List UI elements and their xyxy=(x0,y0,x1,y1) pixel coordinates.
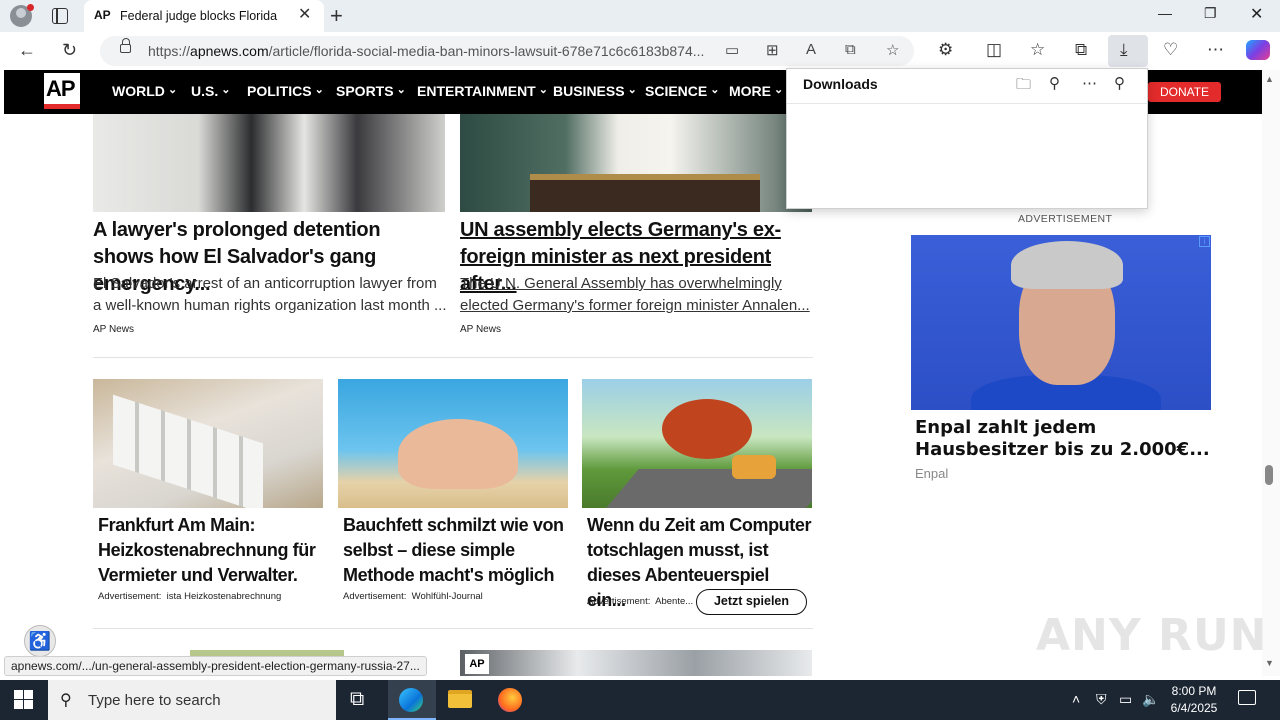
extensions-icon[interactable]: ⚙ xyxy=(938,40,953,60)
more-options-icon[interactable]: ⋯ xyxy=(1082,74,1097,92)
downloads-divider xyxy=(787,103,1147,104)
volume-icon[interactable]: 🔈 xyxy=(1142,691,1159,708)
scroll-up-icon[interactable]: ▲ xyxy=(1265,74,1274,84)
clock[interactable]: 8:00 PM 6/4/2025 xyxy=(1160,683,1228,717)
sidebar-ad-source: Enpal xyxy=(915,466,949,481)
search-downloads-icon[interactable]: ⚲ xyxy=(1049,74,1060,92)
sidebar-ad-image[interactable] xyxy=(911,235,1211,410)
tab-title: Federal judge blocks Florida from xyxy=(120,9,278,23)
pin-icon[interactable]: ⚲ xyxy=(1114,74,1125,92)
file-explorer-icon[interactable] xyxy=(448,690,472,708)
nav-entertainment[interactable]: ENTERTAINMENT xyxy=(417,83,548,99)
road-shape xyxy=(605,469,812,508)
close-window-icon[interactable]: ✕ xyxy=(1250,4,1263,24)
reader-icon[interactable]: ▭ xyxy=(725,41,739,59)
windows-start-icon[interactable] xyxy=(14,690,34,710)
ap-logo[interactable]: AP xyxy=(44,73,80,109)
article-image-4[interactable]: AP xyxy=(460,650,812,676)
ap-badge: AP xyxy=(465,654,489,674)
search-placeholder[interactable]: Type here to search xyxy=(88,692,221,709)
minimize-icon[interactable]: — xyxy=(1158,5,1172,21)
restore-icon[interactable]: ❐ xyxy=(1204,5,1217,22)
tray-app-icon[interactable]: ⛨ xyxy=(1096,691,1107,708)
tab-favicon-icon: AP xyxy=(94,8,111,22)
edge-icon[interactable] xyxy=(399,688,423,712)
nav-us[interactable]: U.S. xyxy=(191,83,231,99)
downloads-title: Downloads xyxy=(803,76,878,92)
notification-icon[interactable] xyxy=(1238,690,1256,705)
refresh-icon[interactable]: ↻ xyxy=(62,40,77,61)
apps-icon[interactable]: ⊞ xyxy=(766,41,779,59)
more-icon[interactable]: ⋯ xyxy=(1207,40,1224,60)
ad-source-3: Advertisement: Abente... xyxy=(587,596,694,607)
article-image-1[interactable] xyxy=(93,114,445,212)
favorite-star-icon[interactable]: ☆ xyxy=(886,41,899,59)
notification-dot xyxy=(27,4,34,11)
nav-science[interactable]: SCIENCE xyxy=(645,83,720,99)
article-source-2: AP News xyxy=(460,324,501,335)
new-tab-icon[interactable]: + xyxy=(330,3,343,29)
tray-chevron-icon[interactable]: ˄ xyxy=(1072,691,1080,707)
copilot-icon[interactable] xyxy=(1246,40,1270,60)
ad-title-1[interactable]: Frankfurt Am Main: Heizkostenabrechnung … xyxy=(98,513,323,588)
donate-button[interactable]: DONATE xyxy=(1148,82,1221,102)
article-desc-2[interactable]: The U.N. General Assembly has overwhelmi… xyxy=(460,273,814,317)
nav-more[interactable]: MORE xyxy=(729,83,783,99)
split-screen-icon[interactable]: ◫ xyxy=(986,40,1002,60)
collections-icon[interactable]: ⧉ xyxy=(1075,40,1087,60)
open-folder-icon[interactable]: 🗀 xyxy=(1016,74,1031,99)
tree-shape xyxy=(662,399,752,459)
browser-essentials-icon[interactable]: ♡ xyxy=(1163,40,1178,60)
network-icon[interactable]: ▭ xyxy=(1119,691,1132,708)
status-url: apnews.com/.../un-general-assembly-presi… xyxy=(4,656,427,676)
watermark: ANY RUN xyxy=(1036,610,1268,661)
radiator-shape xyxy=(113,394,263,508)
nav-politics[interactable]: POLITICS xyxy=(247,83,324,99)
play-now-button[interactable]: Jetzt spielen xyxy=(696,589,807,615)
url-text[interactable]: https://apnews.com/article/florida-socia… xyxy=(148,43,714,59)
nav-world[interactable]: WORLD xyxy=(112,83,177,99)
ad-image-1[interactable] xyxy=(93,379,323,508)
page-scrollbar[interactable] xyxy=(1262,70,1280,676)
read-aloud-icon[interactable]: A xyxy=(806,41,816,58)
tab-close-icon[interactable]: ✕ xyxy=(298,7,311,23)
task-view-icon[interactable]: ⧉ xyxy=(350,688,364,711)
firefox-icon[interactable] xyxy=(498,688,522,712)
scroll-thumb[interactable] xyxy=(1265,465,1273,485)
back-icon[interactable]: ← xyxy=(18,40,36,61)
ad-image-2[interactable] xyxy=(338,379,568,508)
immersive-icon[interactable]: ⧉ xyxy=(845,41,856,58)
ad-title-2[interactable]: Bauchfett schmilzt wie von selbst – dies… xyxy=(343,513,571,588)
favorites-icon[interactable]: ☆ xyxy=(1030,40,1045,60)
ad-image-3[interactable] xyxy=(582,379,812,508)
hair-shape xyxy=(1011,241,1123,289)
bus-shape xyxy=(732,455,776,479)
ad-info-icon[interactable]: i xyxy=(1199,236,1210,247)
tab-actions-icon[interactable] xyxy=(52,8,68,24)
article-source-1: AP News xyxy=(93,324,134,335)
podium-shape xyxy=(530,174,760,212)
advertisement-label: ADVERTISEMENT xyxy=(1018,213,1113,225)
article-desc-1[interactable]: El Salvador's arrest of an anticorruptio… xyxy=(93,273,447,317)
sidebar-ad-title[interactable]: Enpal zahlt jedem Hausbesitzer bis zu 2.… xyxy=(915,417,1215,461)
download-icon[interactable]: ⤓ xyxy=(1120,40,1128,60)
accessibility-icon[interactable]: ♿ xyxy=(24,625,56,657)
divider xyxy=(93,628,813,629)
nav-business[interactable]: BUSINESS xyxy=(553,83,637,99)
ad-source-1: Advertisement: ista Heizkostenabrechnung xyxy=(98,591,282,602)
ad-source-2: Advertisement: Wohlfühl-Journal xyxy=(343,591,483,602)
download-button[interactable] xyxy=(1108,35,1148,67)
person-shape xyxy=(398,419,518,489)
article-image-2[interactable] xyxy=(460,114,812,212)
divider xyxy=(93,357,813,358)
lock-icon[interactable] xyxy=(120,38,131,53)
active-tab[interactable]: AP Federal judge blocks Florida from ✕ xyxy=(84,0,324,32)
nav-sports[interactable]: SPORTS xyxy=(336,83,406,99)
search-icon: ⚲ xyxy=(60,692,72,709)
